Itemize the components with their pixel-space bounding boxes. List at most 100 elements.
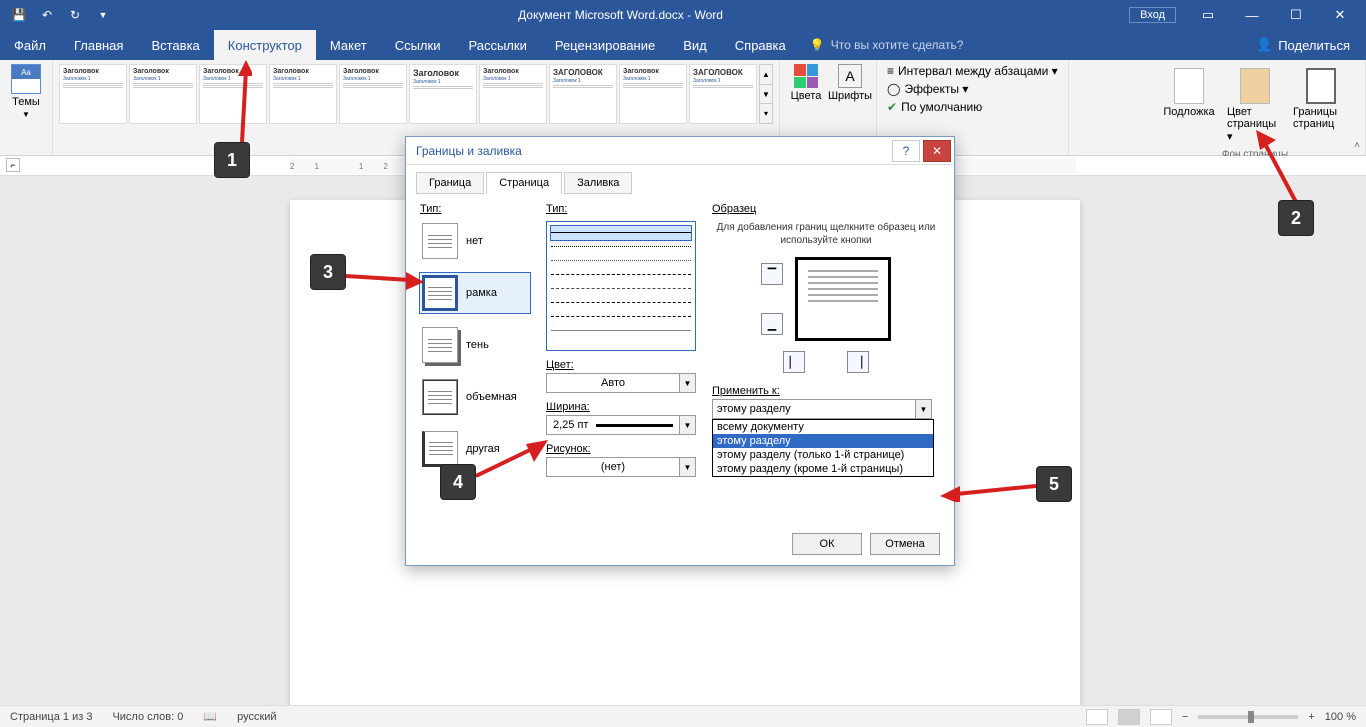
tab-insert[interactable]: Вставка <box>137 30 213 60</box>
type-none[interactable]: нет <box>420 221 530 261</box>
tab-selector[interactable]: ⌐ <box>6 158 20 172</box>
type-shadow-label: тень <box>466 339 489 351</box>
qat-dropdown-icon[interactable]: ▼ <box>94 10 112 20</box>
apply-option[interactable]: этому разделу (только 1-й странице) <box>713 448 933 462</box>
style-item[interactable]: ЗАГОЛОВОКЗаголовок 1 <box>549 64 617 124</box>
tab-layout[interactable]: Макет <box>316 30 381 60</box>
set-default-button[interactable]: ✔По умолчанию <box>883 98 1062 116</box>
maximize-icon[interactable]: ☐ <box>1276 0 1316 30</box>
effects-label: Эффекты ▾ <box>904 82 968 96</box>
arrow-4 <box>476 440 550 480</box>
border-right-toggle[interactable]: ▕ <box>847 351 869 373</box>
type-shadow[interactable]: тень <box>420 325 530 365</box>
watermark-label: Подложка <box>1163 106 1214 118</box>
apply-option[interactable]: этому разделу (кроме 1-й страницы) <box>713 462 933 476</box>
style-item[interactable]: ЗаголовокЗаголовок 1 <box>59 64 127 124</box>
tell-me-search[interactable]: 💡 Что вы хотите сделать? <box>810 38 964 52</box>
style-item[interactable]: ЗаголовокЗаголовок 1 <box>409 64 477 124</box>
style-item[interactable]: ЗаголовокЗаголовок 1 <box>269 64 337 124</box>
borders-shading-dialog: Границы и заливка ? ✕ Граница Страница З… <box>405 136 955 566</box>
preview-page[interactable] <box>795 257 891 341</box>
zoom-slider[interactable] <box>1198 715 1298 719</box>
watermark-button[interactable]: Подложка <box>1161 68 1217 143</box>
style-item[interactable]: ЗаголовокЗаголовок 1 <box>479 64 547 124</box>
dialog-tab-page[interactable]: Страница <box>486 172 562 194</box>
type-none-label: нет <box>466 235 483 247</box>
art-dropdown[interactable]: (нет) ▼ <box>546 457 696 477</box>
share-button[interactable]: 👤 Поделиться <box>1256 37 1366 53</box>
read-mode-icon[interactable] <box>1086 709 1108 725</box>
chevron-down-icon: ▼ <box>679 458 695 476</box>
ribbon-display-icon[interactable]: ▭ <box>1188 0 1228 30</box>
style-item[interactable]: ЗАГОЛОВОКЗаголовок 1 <box>689 64 757 124</box>
spacing-label: Интервал между абзацами ▾ <box>898 64 1058 78</box>
border-bottom-toggle[interactable]: ▁ <box>761 313 783 335</box>
language-status[interactable]: русский <box>237 711 276 723</box>
paragraph-spacing-button[interactable]: ≡ Интервал между абзацами ▾ <box>883 62 1062 80</box>
dialog-tab-shading[interactable]: Заливка <box>564 172 632 194</box>
preview-column: Образец Для добавления границ щелкните о… <box>712 203 940 481</box>
style-gallery[interactable]: ЗаголовокЗаголовок 1 ЗаголовокЗаголовок … <box>59 64 773 124</box>
minimize-icon[interactable]: — <box>1232 0 1272 30</box>
chevron-down-icon: ▼ <box>915 400 931 418</box>
dialog-tab-border[interactable]: Граница <box>416 172 484 194</box>
border-left-toggle[interactable]: ▏ <box>783 351 805 373</box>
type-label: Тип: <box>420 203 530 215</box>
zoom-in-icon[interactable]: + <box>1308 711 1314 723</box>
save-icon[interactable]: 💾 <box>10 8 28 22</box>
tab-design[interactable]: Конструктор <box>214 30 316 60</box>
style-item[interactable]: ЗаголовокЗаголовок 1 <box>129 64 197 124</box>
themes-button[interactable]: Aa Темы ▼ <box>6 64 46 119</box>
tab-help[interactable]: Справка <box>721 30 800 60</box>
spacing-icon: ≡ <box>887 64 894 78</box>
redo-icon[interactable]: ↻ <box>66 8 84 22</box>
close-icon[interactable]: ✕ <box>1320 0 1360 30</box>
effects-button[interactable]: ◯Эффекты ▾ <box>883 80 1062 98</box>
tab-mailings[interactable]: Рассылки <box>454 30 540 60</box>
cancel-button[interactable]: Отмена <box>870 533 940 555</box>
tab-view[interactable]: Вид <box>669 30 721 60</box>
fonts-label: Шрифты <box>828 90 872 102</box>
dialog-title-text: Границы и заливка <box>416 144 522 158</box>
style-item[interactable]: ЗаголовокЗаголовок 1 <box>619 64 687 124</box>
color-dropdown[interactable]: Авто ▼ <box>546 373 696 393</box>
word-count[interactable]: Число слов: 0 <box>112 711 183 723</box>
tab-home[interactable]: Главная <box>60 30 137 60</box>
colors-button[interactable]: Цвета <box>786 64 826 102</box>
style-item[interactable]: ЗаголовокЗаголовок 1 <box>339 64 407 124</box>
tab-file[interactable]: Файл <box>0 30 60 60</box>
callout-3: 3 <box>310 254 346 290</box>
login-button[interactable]: Вход <box>1129 7 1176 23</box>
fonts-button[interactable]: A Шрифты <box>830 64 870 102</box>
dialog-help-icon[interactable]: ? <box>892 140 920 162</box>
apply-to-dropdown[interactable]: этому разделу ▼ всему документу этому ра… <box>712 399 932 419</box>
tab-references[interactable]: Ссылки <box>381 30 455 60</box>
collapse-ribbon-icon[interactable]: ˄ <box>1354 140 1360 151</box>
arrow-1 <box>232 60 252 150</box>
print-layout-icon[interactable] <box>1118 709 1140 725</box>
art-value: (нет) <box>547 461 679 473</box>
spellcheck-icon[interactable]: 📖 <box>203 710 217 723</box>
width-dropdown[interactable]: 2,25 пт ▼ <box>546 415 696 435</box>
undo-icon[interactable]: ↶ <box>38 8 56 22</box>
apply-to-value: этому разделу <box>713 400 915 418</box>
page-borders-icon <box>1306 68 1336 104</box>
border-top-toggle[interactable]: ▔ <box>761 263 783 285</box>
apply-to-label: Применить к: <box>712 385 940 397</box>
type-box[interactable]: рамка <box>420 273 530 313</box>
dialog-close-icon[interactable]: ✕ <box>923 140 951 162</box>
zoom-level[interactable]: 100 % <box>1325 711 1356 723</box>
fonts-icon: A <box>838 64 862 88</box>
type-3d[interactable]: объемная <box>420 377 530 417</box>
page-status[interactable]: Страница 1 из 3 <box>10 711 92 723</box>
gallery-scroll[interactable]: ▲ ▼ ▾ <box>759 64 773 124</box>
zoom-out-icon[interactable]: − <box>1182 711 1188 723</box>
apply-option[interactable]: всему документу <box>713 420 933 434</box>
type-box-label: рамка <box>466 287 497 299</box>
web-layout-icon[interactable] <box>1150 709 1172 725</box>
apply-option[interactable]: этому разделу <box>713 434 933 448</box>
tab-review[interactable]: Рецензирование <box>541 30 669 60</box>
style-listbox[interactable] <box>546 221 696 351</box>
ok-button[interactable]: ОК <box>792 533 862 555</box>
document-title: Документ Microsoft Word.docx - Word <box>112 8 1129 22</box>
